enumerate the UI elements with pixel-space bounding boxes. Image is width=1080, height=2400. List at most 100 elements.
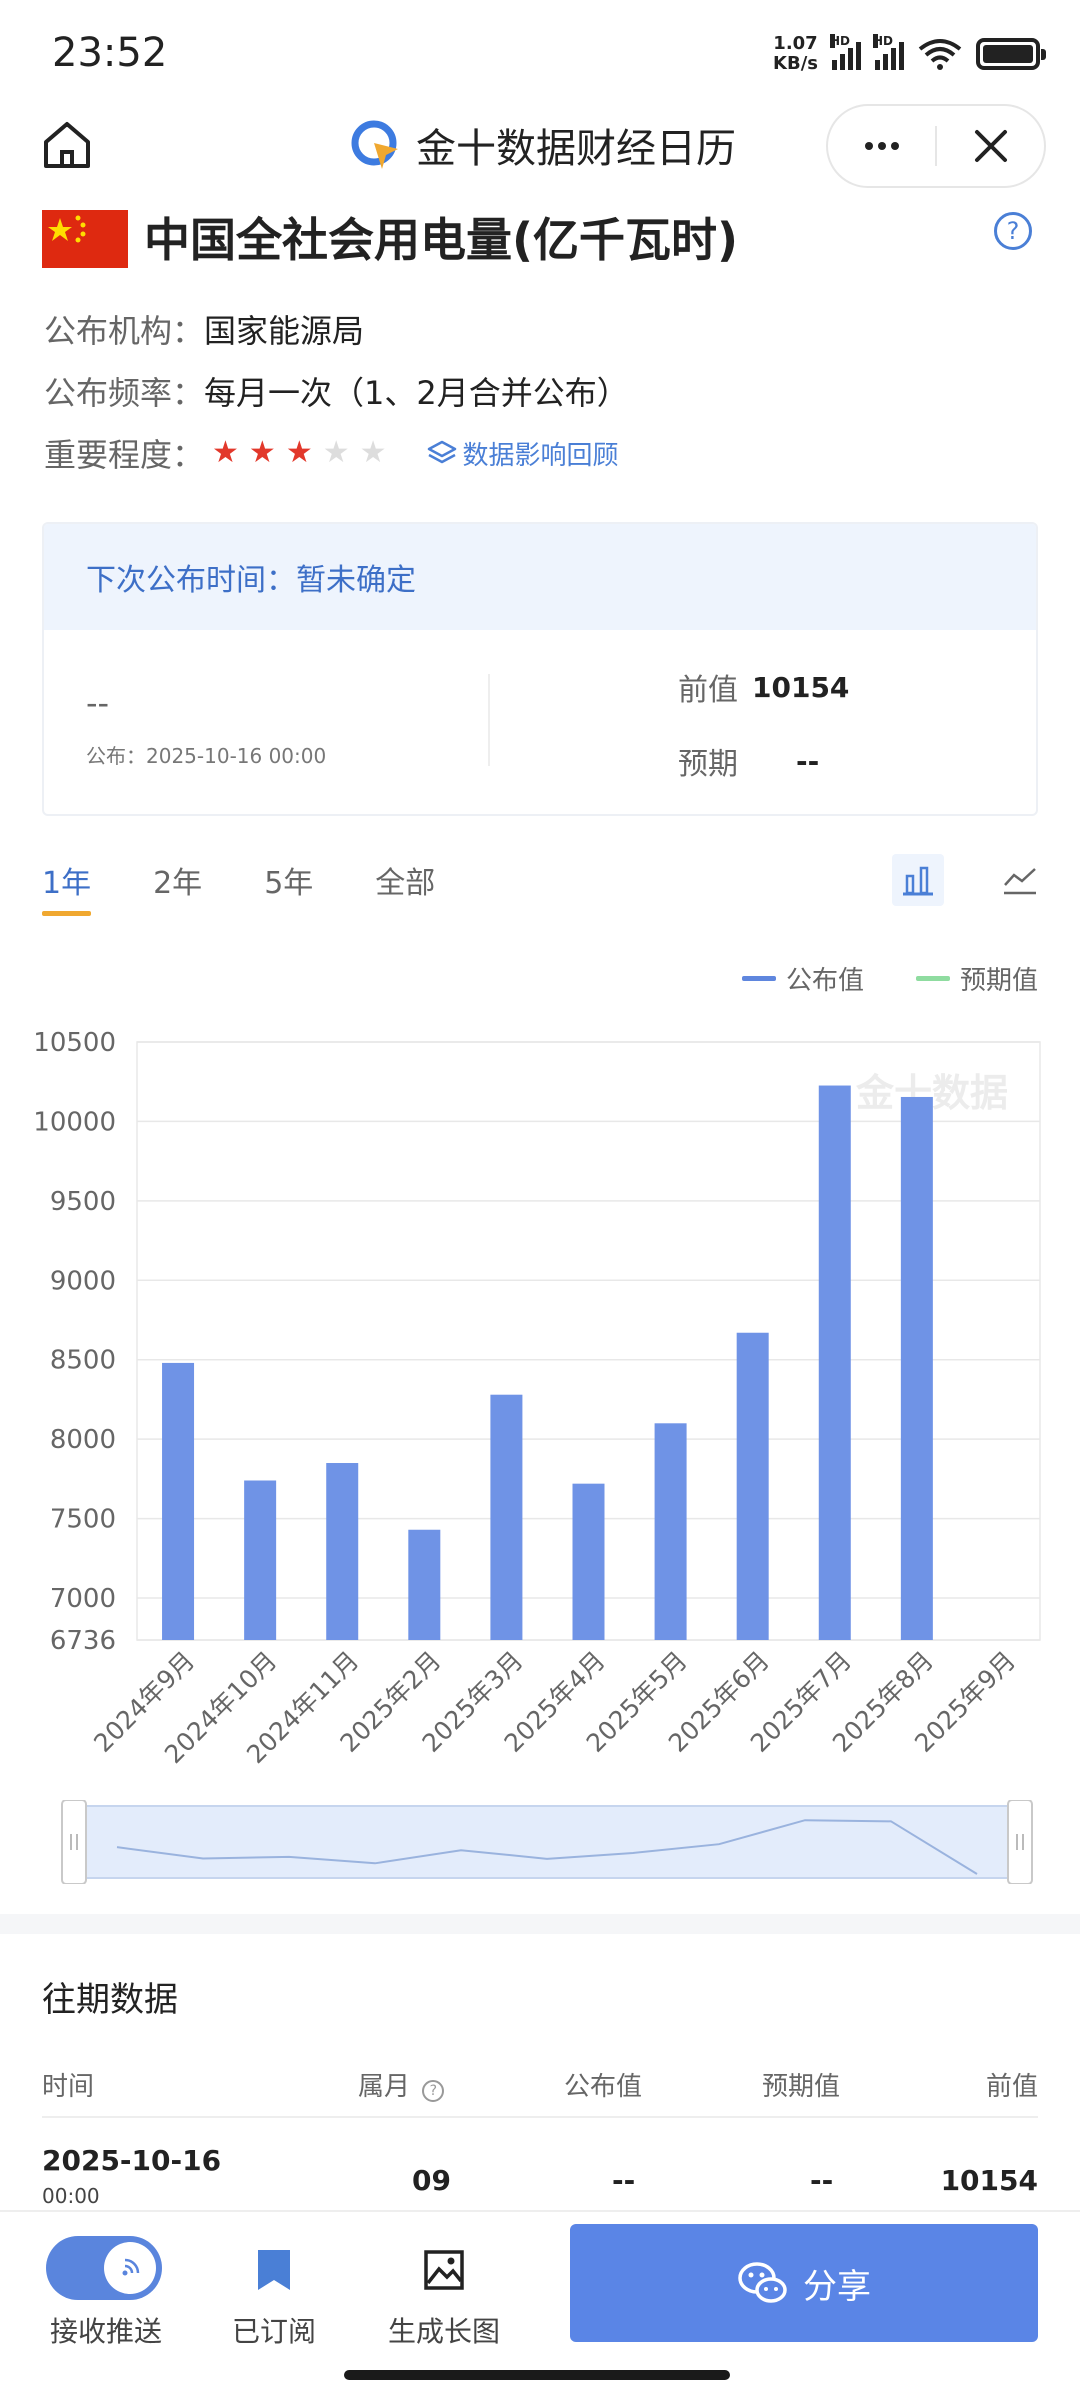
- legend-forecast-swatch: [916, 976, 951, 981]
- slider-handle-left[interactable]: [61, 1800, 87, 1884]
- bar-chart-toggle[interactable]: [892, 854, 944, 906]
- row-date: 2025-10-16: [42, 2144, 222, 2177]
- y-tick-label: 10500: [33, 1028, 116, 1058]
- importance-star: ★: [248, 435, 276, 470]
- y-tick-label: 8000: [50, 1425, 116, 1455]
- status-icons: 1.07 KB/s HD HD: [773, 33, 1046, 74]
- subscribed-button[interactable]: [248, 2244, 300, 2296]
- frequency-row: 公布频率： 每月一次（1、2月合并公布）: [44, 368, 629, 414]
- y-tick-label: 7000: [50, 1584, 116, 1614]
- home-indicator: [344, 2370, 730, 2380]
- data-zoom-slider[interactable]: [50, 1800, 1044, 1884]
- impact-review-link[interactable]: 数据影响回顾: [427, 435, 619, 472]
- long-image-label[interactable]: 生成长图: [374, 2310, 514, 2350]
- chart-bar: [654, 1423, 687, 1640]
- tab-5y[interactable]: 5年: [264, 858, 313, 916]
- home-icon: [44, 122, 90, 168]
- y-tick-label: 8500: [50, 1346, 116, 1376]
- bookmark-icon: [258, 2250, 290, 2290]
- layers-icon: [427, 440, 456, 464]
- row-previous: 10154: [940, 2164, 1038, 2197]
- app-logo-icon: [351, 120, 398, 169]
- help-icon[interactable]: ?: [994, 212, 1032, 250]
- bar-chart-icon: [903, 866, 933, 896]
- previous-value: 10154: [752, 670, 850, 704]
- month-help-icon[interactable]: ?: [422, 2080, 445, 2102]
- row-time: 00:00: [42, 2184, 100, 2208]
- push-label[interactable]: 接收推送: [36, 2310, 176, 2350]
- wechat-icon: [738, 2262, 787, 2303]
- row-forecast: --: [810, 2164, 834, 2197]
- importance-row: 重要程度： ★ ★ ★ ★ ★ 数据影响回顾: [44, 435, 619, 474]
- release-card: 下次公布时间：暂未确定 -- 公布：2025-10-16 00:00 前值 10…: [42, 522, 1038, 816]
- broadcast-icon: [122, 2258, 140, 2276]
- push-toggle-knob[interactable]: [104, 2242, 156, 2294]
- more-icon: [864, 142, 899, 150]
- legend-actual[interactable]: 公布值: [786, 960, 864, 997]
- col-actual: 公布值: [564, 2072, 643, 2102]
- line-chart-toggle[interactable]: [994, 854, 1046, 906]
- forecast-value-row: 预期 --: [678, 744, 820, 783]
- frequency-value: 每月一次（1、2月合并公布）: [204, 374, 629, 412]
- status-time: 23:52: [52, 30, 168, 76]
- y-tick-label: 6736: [50, 1626, 116, 1656]
- slider-handle-right[interactable]: [1007, 1800, 1033, 1884]
- wifi-icon: [918, 39, 962, 70]
- line-chart-icon: [1004, 868, 1036, 895]
- mini-program-capsule: [826, 104, 1046, 188]
- y-tick-label: 10000: [33, 1107, 116, 1137]
- legend-forecast[interactable]: 预期值: [960, 960, 1038, 997]
- signal-2-icon: HD: [873, 34, 904, 70]
- chart-bar: [244, 1480, 277, 1640]
- tab-1y[interactable]: 1年: [42, 858, 92, 916]
- publisher-row: 公布机构： 国家能源局: [44, 306, 364, 352]
- app-title: 金十数据财经日历: [350, 116, 736, 174]
- tab-all[interactable]: 全部: [375, 858, 435, 916]
- chart-bar: [490, 1394, 523, 1640]
- slider-window: [73, 1805, 1021, 1879]
- chart-bar: [162, 1362, 195, 1640]
- chart-bar: [736, 1332, 769, 1640]
- china-flag-icon: [42, 210, 128, 268]
- importance-star: ★: [322, 435, 350, 470]
- tab-2y[interactable]: 2年: [153, 858, 202, 916]
- forecast-value: --: [796, 744, 820, 778]
- share-button[interactable]: 分享: [570, 2224, 1038, 2342]
- chart-bar: [900, 1096, 933, 1640]
- chart-bar: [572, 1483, 605, 1640]
- importance-star: ★: [212, 435, 239, 470]
- y-tick-label: 7500: [50, 1505, 116, 1535]
- range-tabs: 1年 2年 5年 全部: [42, 858, 497, 916]
- home-button[interactable]: [40, 118, 94, 172]
- more-button[interactable]: [828, 106, 935, 186]
- history-table-header: 时间 属月 ? 公布值 预期值 前值: [42, 2066, 1038, 2116]
- chart-bar: [326, 1463, 359, 1640]
- chart-bar: [818, 1085, 851, 1640]
- close-button[interactable]: [937, 106, 1044, 186]
- chart-bar: [408, 1529, 441, 1640]
- history-title: 往期数据: [42, 1980, 178, 2020]
- importance-stars: ★ ★ ★ ★ ★: [212, 438, 387, 468]
- close-icon: [974, 130, 1007, 162]
- page-title: 中国全社会用电量(亿千瓦时): [144, 213, 739, 267]
- image-icon: [424, 2250, 464, 2290]
- chart-legend: 公布值 预期值: [742, 960, 1038, 997]
- subscribed-label[interactable]: 已订阅: [204, 2310, 344, 2350]
- table-row[interactable]: 2025-10-16 00:00 09 -- -- 10154: [42, 2144, 1038, 2214]
- publisher-value: 国家能源局: [204, 312, 365, 350]
- actual-value: --: [86, 684, 110, 722]
- long-image-button[interactable]: [418, 2244, 470, 2296]
- net-speed: 1.07 KB/s: [773, 33, 818, 74]
- legend-actual-swatch: [742, 976, 776, 981]
- col-forecast: 预期值: [762, 2072, 841, 2102]
- y-tick-label: 9500: [50, 1187, 116, 1217]
- publish-time: 公布：2025-10-16 00:00: [86, 744, 327, 768]
- col-date: 时间: [42, 2072, 95, 2102]
- signal-1-icon: HD: [830, 34, 861, 70]
- col-month: 属月 ?: [358, 2066, 445, 2103]
- col-previous: 前值: [985, 2072, 1038, 2102]
- row-actual: --: [612, 2164, 636, 2197]
- row-month: 09: [412, 2164, 451, 2197]
- y-tick-label: 9000: [50, 1266, 116, 1296]
- battery-icon: [976, 38, 1046, 70]
